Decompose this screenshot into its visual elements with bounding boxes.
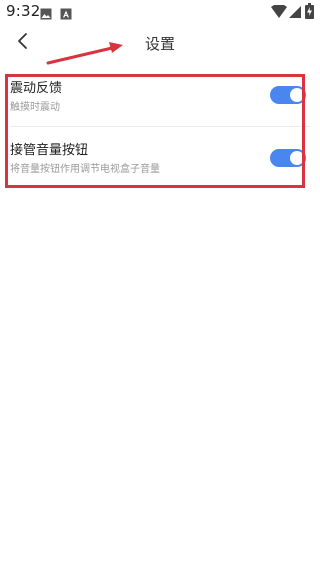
vibration-feedback-toggle[interactable]	[270, 86, 306, 104]
status-time: 9:32	[6, 2, 41, 20]
battery-charging-icon	[305, 3, 314, 23]
setting-item-volume-button-takeover[interactable]: 接管音量按钮 将音量按钮作用调节电视盒子音量	[10, 126, 310, 188]
setting-description: 触摸时震动	[10, 102, 60, 113]
toggle-knob	[290, 151, 304, 165]
setting-title: 接管音量按钮	[10, 143, 89, 158]
gallery-icon	[40, 5, 52, 24]
font-a-icon	[60, 5, 72, 24]
status-bar: 9:32	[0, 0, 320, 24]
setting-description: 将音量按钮作用调节电视盒子音量	[10, 164, 160, 175]
setting-title: 震动反馈	[10, 81, 63, 96]
cell-signal-icon	[289, 4, 301, 23]
app-bar: 设置	[0, 24, 320, 64]
setting-item-vibration-feedback[interactable]: 震动反馈 触摸时震动	[10, 74, 310, 126]
toggle-knob	[290, 88, 304, 102]
wifi-icon	[271, 4, 287, 23]
settings-list: 震动反馈 触摸时震动 接管音量按钮 将音量按钮作用调节电视盒子音量	[10, 74, 310, 188]
page-title: 设置	[144, 35, 175, 53]
volume-button-takeover-toggle[interactable]	[270, 149, 306, 167]
